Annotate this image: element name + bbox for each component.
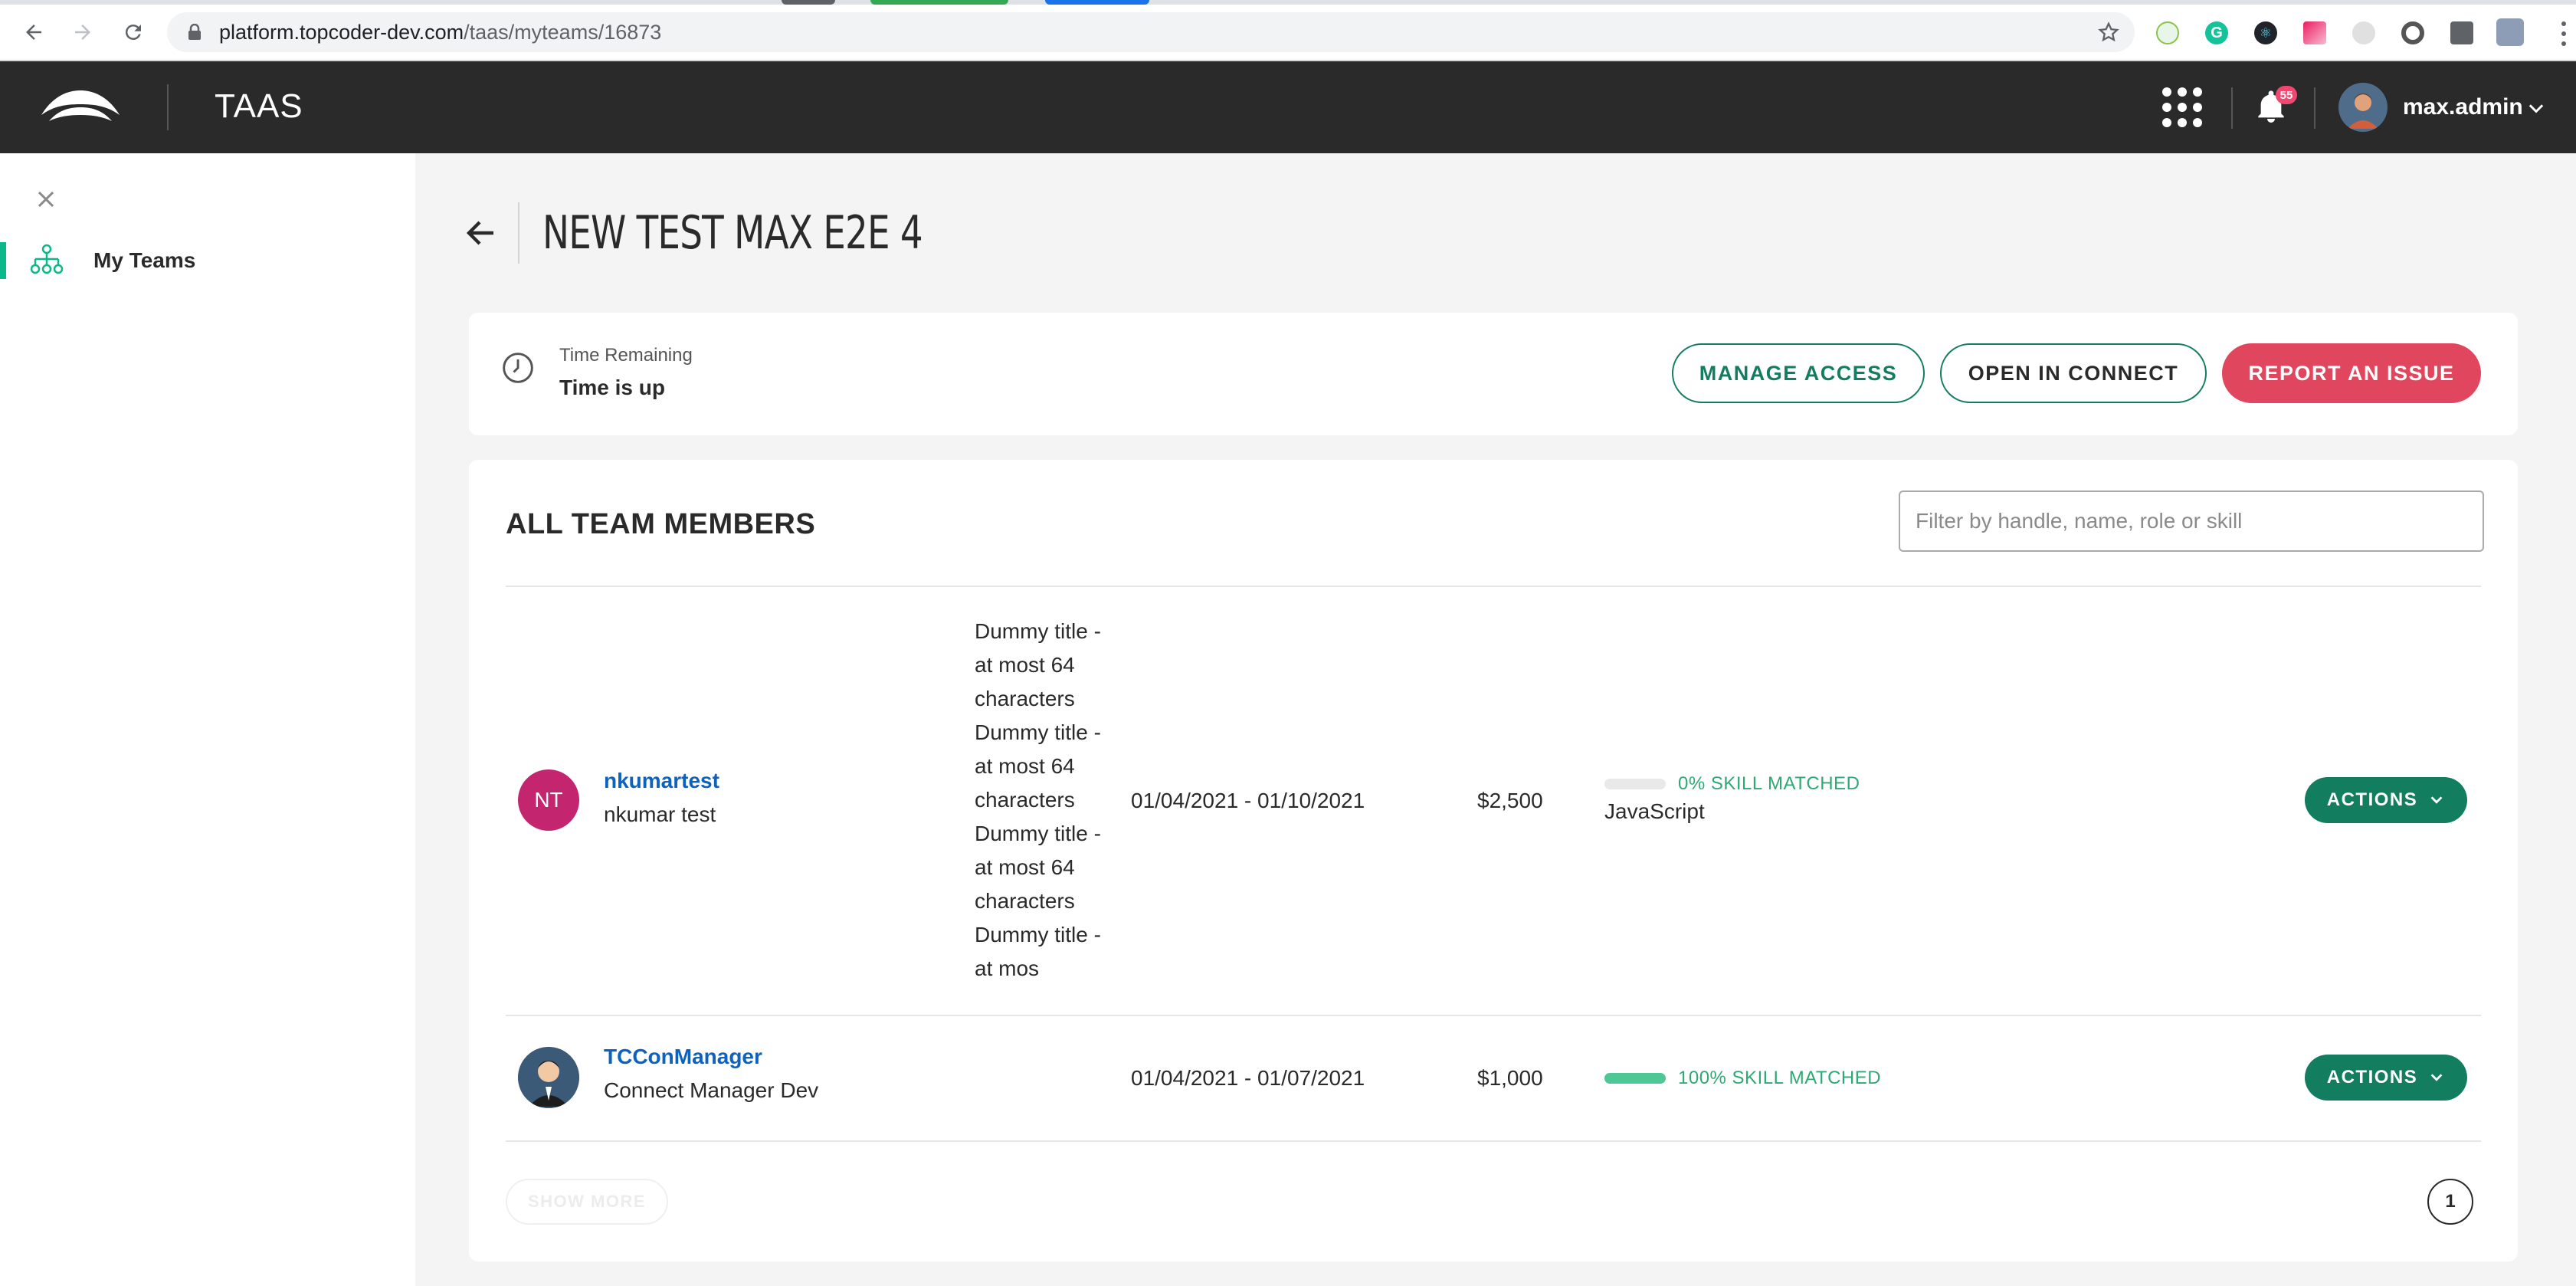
header-divider — [2231, 87, 2233, 129]
notification-count-badge: 55 — [2276, 86, 2297, 104]
team-hierarchy-icon — [30, 244, 64, 274]
profile-icon[interactable] — [2496, 18, 2524, 46]
actions-label: ACTIONS — [2326, 789, 2418, 810]
sidebar-item-my-teams[interactable]: My Teams — [0, 239, 415, 282]
notifications-button[interactable]: 55 — [2256, 86, 2297, 124]
actions-button[interactable]: ACTIONS — [2305, 777, 2467, 823]
chevron-down-icon — [2430, 1074, 2443, 1081]
header-divider — [2314, 87, 2315, 129]
topcoder-logo[interactable] — [38, 84, 123, 130]
skill-match-fill — [1604, 1073, 1666, 1084]
job-title-line: at mos — [975, 956, 1040, 980]
url-host: platform.topcoder-dev.com — [219, 21, 464, 44]
job-title-line: Dummy title - — [975, 720, 1101, 744]
team-summary-card: Time Remaining Time is up MANAGE ACCESS … — [469, 313, 2518, 435]
sidebar-item-label: My Teams — [93, 248, 196, 272]
job-title-line: Dummy title - — [975, 923, 1101, 946]
extension-colorzilla-icon[interactable] — [2156, 21, 2179, 44]
close-icon[interactable] — [32, 185, 60, 213]
lock-icon — [188, 24, 201, 40]
table-row: NT nkumartest nkumar test Dummy title - … — [469, 587, 2518, 1015]
back-button[interactable] — [15, 14, 52, 51]
skill-match-text: 0% SKILL MATCHED — [1678, 773, 1860, 794]
address-bar[interactable]: platform.topcoder-dev.com/taas/myteams/1… — [167, 12, 2135, 52]
chevron-down-icon[interactable] — [2525, 98, 2547, 120]
member-name: Connect Manager Dev — [604, 1078, 819, 1102]
browser-menu-icon[interactable] — [2556, 18, 2571, 49]
table-row: TCConManager Connect Manager Dev 01/04/2… — [469, 1016, 2518, 1140]
skill-match-bar — [1604, 1073, 1666, 1084]
title-divider — [518, 202, 519, 264]
job-title-line: characters — [975, 788, 1075, 812]
chevron-down-icon — [2430, 796, 2443, 804]
user-avatar[interactable] — [2338, 83, 2388, 132]
report-issue-button[interactable]: REPORT AN ISSUE — [2222, 343, 2481, 403]
clock-icon — [503, 353, 533, 383]
member-dates: 01/04/2021 - 01/07/2021 — [1131, 1066, 1365, 1090]
section-title: ALL TEAM MEMBERS — [506, 508, 816, 540]
url-path: /taas/myteams/16873 — [464, 21, 662, 44]
time-remaining-value: Time is up — [559, 376, 665, 399]
extension-react-devtools-icon[interactable]: ⚛ — [2254, 21, 2277, 44]
member-name: nkumar test — [604, 802, 716, 826]
apps-grid-icon[interactable] — [2162, 87, 2202, 127]
skill-match-bar — [1604, 779, 1666, 789]
job-title-line: characters — [975, 889, 1075, 913]
job-title-line: Dummy title - — [975, 619, 1101, 643]
member-handle[interactable]: nkumartest — [604, 768, 719, 794]
member-rate: $1,000 — [1477, 1066, 1543, 1090]
active-indicator — [0, 242, 6, 279]
arrow-left-icon — [26, 25, 41, 40]
header-divider — [167, 84, 169, 130]
reload-icon — [125, 25, 141, 41]
manage-access-button[interactable]: MANAGE ACCESS — [1672, 343, 1925, 403]
app-header: TAAS 55 max.admin — [0, 61, 2576, 153]
job-title-line: at most 64 — [975, 855, 1075, 879]
extension-grammarly-icon[interactable]: G — [2205, 21, 2228, 44]
extension-moon-icon[interactable] — [2352, 21, 2375, 44]
forward-button[interactable] — [64, 14, 101, 51]
member-handle[interactable]: TCConManager — [604, 1044, 762, 1070]
actions-label: ACTIONS — [2326, 1067, 2418, 1088]
job-title-line: at most 64 — [975, 754, 1075, 778]
member-rate: $2,500 — [1477, 789, 1543, 812]
job-title-line: Dummy title - — [975, 822, 1101, 845]
divider — [506, 1140, 2481, 1142]
filter-input[interactable] — [1899, 490, 2484, 552]
reload-button[interactable] — [115, 14, 152, 51]
sidebar: My Teams — [0, 153, 415, 1286]
job-title-line: characters — [975, 687, 1075, 710]
member-avatar[interactable]: NT — [518, 769, 579, 831]
page-title: NEW TEST MAX E2E 4 — [542, 206, 923, 260]
back-arrow-icon[interactable] — [463, 215, 500, 251]
skill-match-text: 100% SKILL MATCHED — [1678, 1068, 1882, 1088]
show-more-button[interactable]: SHOW MORE — [506, 1179, 668, 1225]
member-job-title: Dummy title - at most 64 characters Dumm… — [975, 615, 1120, 986]
job-title-line: at most 64 — [975, 653, 1075, 677]
extension-circle-icon[interactable] — [2401, 21, 2424, 44]
extension-gradient-icon[interactable] — [2303, 21, 2326, 44]
pagination-page[interactable]: 1 — [2427, 1179, 2473, 1225]
time-remaining-label: Time Remaining — [559, 345, 693, 366]
app-title: TAAS — [215, 87, 303, 125]
extensions-puzzle-icon[interactable] — [2450, 21, 2473, 44]
username[interactable]: max.admin — [2403, 93, 2523, 121]
browser-toolbar: platform.topcoder-dev.com/taas/myteams/1… — [0, 5, 2576, 61]
arrow-right-icon — [75, 25, 90, 40]
member-skills: JavaScript — [1604, 799, 1705, 823]
member-dates: 01/04/2021 - 01/10/2021 — [1131, 789, 1365, 812]
bookmark-star-icon[interactable] — [2098, 21, 2119, 43]
url-text: platform.topcoder-dev.com/taas/myteams/1… — [219, 21, 661, 43]
team-members-card: ALL TEAM MEMBERS NT nkumartest nkumar te… — [469, 460, 2518, 1261]
open-in-connect-button[interactable]: OPEN IN CONNECT — [1940, 343, 2207, 403]
actions-button[interactable]: ACTIONS — [2305, 1055, 2467, 1101]
member-avatar[interactable] — [518, 1047, 579, 1108]
